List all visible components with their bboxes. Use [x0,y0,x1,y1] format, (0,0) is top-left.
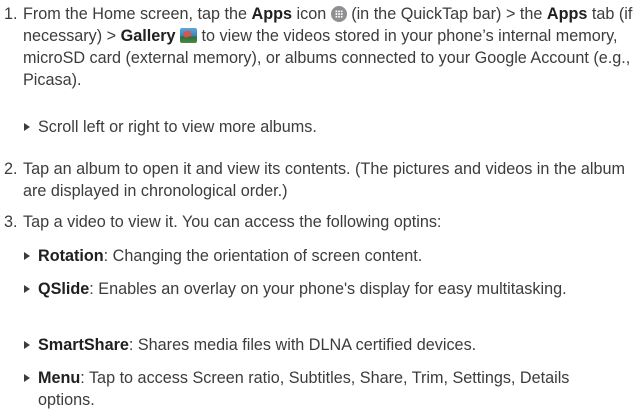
bullet-arrow-icon [24,341,30,349]
bullet-arrow-icon [24,123,30,131]
step-number: 1. [4,5,18,23]
bullet-arrow-icon [24,252,30,260]
gallery-label: Gallery [120,27,176,45]
apps-tab-label: Apps [546,5,588,23]
gallery-icon [180,28,198,43]
instructions-page: 1. From the Home screen, tap the Apps ic… [4,5,633,409]
step-number: 3. [4,213,18,231]
apps-icon [330,6,347,22]
step-text: Tap a video to view it. You can access t… [23,213,442,231]
bullet-arrow-icon [24,285,30,293]
step-text: From the Home screen, tap the Apps icon … [23,5,633,89]
apps-label: Apps [251,5,292,23]
bullet-arrow-icon [24,374,30,382]
step-text: Tap an album to open it and view its con… [23,160,625,200]
step-number: 2. [4,160,18,178]
